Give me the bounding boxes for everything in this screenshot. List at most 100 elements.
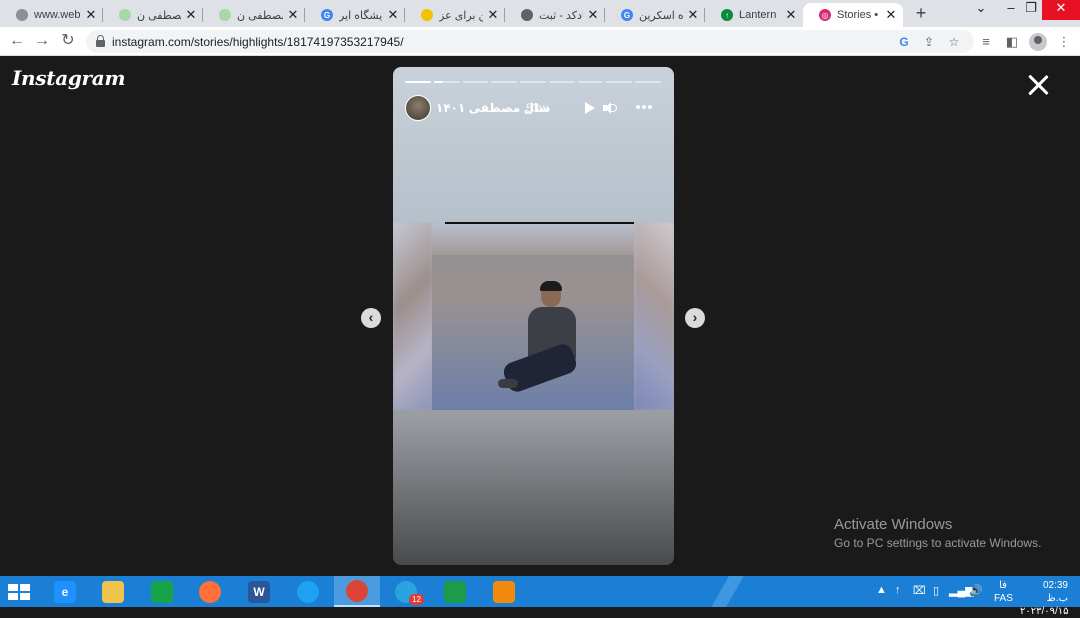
- tab-close-icon[interactable]: ✕: [185, 7, 197, 23]
- new-tab-button[interactable]: +: [910, 3, 932, 25]
- tab-title: Lantern: [739, 9, 777, 21]
- more-options-icon[interactable]: [636, 105, 654, 111]
- story-timestamp: 53w: [526, 101, 549, 115]
- tab-favicon-icon: [16, 9, 28, 21]
- clock[interactable]: 02:39 ب.ظ ۲۰۲۳/۰۹/۱۵: [1020, 579, 1069, 618]
- window-close-icon[interactable]: ✕: [1042, 0, 1080, 20]
- tab-favicon-icon: [521, 9, 533, 21]
- bookmark-star-icon[interactable]: ☆: [945, 33, 963, 51]
- address-bar[interactable]: instagram.com/stories/highlights/1817419…: [86, 30, 974, 53]
- speaker-icon[interactable]: 🔊: [969, 584, 983, 597]
- story-card[interactable]: سال مصطفی ۱۴۰۱ 53w: [393, 67, 674, 565]
- tab-close-icon[interactable]: ✕: [885, 7, 897, 23]
- firefox-taskbar-button[interactable]: [187, 576, 233, 607]
- progress-segment: [606, 81, 633, 83]
- close-icon[interactable]: [1026, 73, 1050, 97]
- story-progress: [405, 81, 662, 83]
- telegram-taskbar-button[interactable]: 12: [383, 576, 429, 607]
- word-taskbar-button[interactable]: W: [236, 576, 282, 607]
- file-explorer-taskbar-button[interactable]: [90, 576, 136, 607]
- back-icon[interactable]: ←: [6, 31, 28, 53]
- language-short: فا: [999, 580, 1007, 591]
- tab-title: www.webb: [34, 9, 81, 21]
- edge-icon: [297, 580, 319, 603]
- lock-icon[interactable]: [96, 35, 105, 47]
- tab-search-icon[interactable]: ⌄: [966, 0, 996, 20]
- tab-7[interactable]: G نحوه اسکرین ✕: [605, 3, 705, 27]
- clock-time: 02:39 ب.ظ: [1042, 580, 1068, 604]
- reload-icon[interactable]: ↻: [57, 31, 79, 53]
- reading-list-icon[interactable]: ≡: [976, 32, 996, 52]
- tab-5[interactable]: متن برای عز ✕: [405, 3, 505, 27]
- share-icon[interactable]: ⇪: [920, 33, 938, 51]
- stories-viewport: Instagram ‹ › سال مصطفی ۱۴۰۱ 53w Activat…: [0, 56, 1080, 576]
- story-avatar[interactable]: [405, 95, 431, 121]
- google-translate-icon[interactable]: G: [895, 33, 913, 51]
- word-icon: W: [248, 580, 270, 603]
- battery-icon[interactable]: ▯: [933, 584, 939, 597]
- file-explorer-icon: [102, 580, 124, 603]
- play-icon[interactable]: [585, 102, 595, 114]
- tab-title: نمایشگاه ایر: [339, 9, 383, 22]
- tab-favicon-icon: ↑: [721, 9, 733, 21]
- tab-close-icon[interactable]: ✕: [587, 7, 599, 23]
- activate-title: Activate Windows: [834, 516, 953, 533]
- side-panel-icon[interactable]: ◧: [1002, 32, 1022, 52]
- profile-avatar[interactable]: [1029, 33, 1047, 51]
- tab-close-icon[interactable]: ✕: [687, 7, 699, 23]
- tab-1[interactable]: www.webb ✕: [0, 3, 103, 27]
- tab-strip: www.webb✕مصطفی ن✕مصطفی ن✕Gنمایشگاه ایر✕م…: [0, 0, 1080, 27]
- instagram-logo[interactable]: Instagram: [12, 66, 126, 90]
- url-text[interactable]: instagram.com/stories/highlights/1817419…: [112, 35, 404, 49]
- edge-taskbar-button[interactable]: [285, 576, 331, 607]
- network-x-icon[interactable]: ⌧: [913, 584, 926, 597]
- person-figure: [498, 281, 588, 408]
- show-hidden-icons[interactable]: ▲: [876, 584, 887, 596]
- tab-close-icon[interactable]: ✕: [287, 7, 299, 23]
- tab-title: مصطفی ن: [237, 9, 283, 22]
- ie-taskbar-button[interactable]: e: [42, 576, 88, 607]
- tab-close-icon[interactable]: ✕: [785, 7, 797, 23]
- progress-segment: [548, 81, 575, 83]
- story-header: سال مصطفی ۱۴۰۱ 53w: [405, 94, 665, 122]
- calculator-icon: [444, 580, 466, 603]
- previous-story-button[interactable]: ‹: [361, 308, 381, 328]
- chrome-taskbar-button[interactable]: [334, 576, 380, 607]
- story-photo: [432, 225, 634, 410]
- store-icon: [151, 580, 173, 603]
- blurred-edge-right: [634, 222, 674, 410]
- tab-4[interactable]: G نمایشگاه ایر ✕: [305, 3, 405, 27]
- tab-favicon-icon: [421, 9, 433, 21]
- language-indicator[interactable]: فا FAS: [994, 579, 1013, 605]
- calculator-taskbar-button[interactable]: [432, 576, 478, 607]
- tab-favicon-icon: ◎: [819, 9, 831, 21]
- volume-icon[interactable]: [603, 101, 617, 115]
- forward-icon[interactable]: →: [31, 31, 53, 53]
- progress-segment: [433, 81, 460, 83]
- menu-kebab-icon[interactable]: ⋮: [1054, 32, 1074, 52]
- next-story-button[interactable]: ›: [685, 308, 705, 328]
- progress-segment: [462, 81, 489, 83]
- progress-segment: [405, 81, 431, 83]
- tab-close-icon[interactable]: ✕: [387, 7, 399, 23]
- tab-title: متن برای عز: [439, 9, 483, 22]
- activate-windows-watermark: Activate Windows Go to PC settings to ac…: [834, 516, 1041, 550]
- windows-start-icon[interactable]: [8, 584, 30, 600]
- lantern-tray-icon[interactable]: ↑: [895, 584, 901, 596]
- tab-title: نحوه اسکرین: [639, 9, 683, 22]
- vlc-taskbar-button[interactable]: [481, 576, 527, 607]
- activate-subtitle: Go to PC settings to activate Windows.: [834, 536, 1042, 550]
- tab-8[interactable]: ↑ Lantern ✕: [705, 3, 803, 27]
- ie-icon: e: [54, 580, 76, 603]
- progress-segment: [520, 81, 546, 83]
- store-taskbar-button[interactable]: [139, 576, 185, 607]
- tab-3[interactable]: مصطفی ن ✕: [203, 3, 305, 27]
- tab-9[interactable]: ◎ Stories • Ins ✕: [803, 3, 903, 27]
- tab-6[interactable]: یادکد - ثبت ✕: [505, 3, 605, 27]
- media-top-line: [445, 222, 634, 224]
- firefox-icon: [199, 580, 221, 603]
- tab-2[interactable]: مصطفی ن ✕: [103, 3, 203, 27]
- tab-close-icon[interactable]: ✕: [487, 7, 499, 23]
- chrome-icon: [346, 579, 368, 602]
- tab-close-icon[interactable]: ✕: [85, 7, 97, 23]
